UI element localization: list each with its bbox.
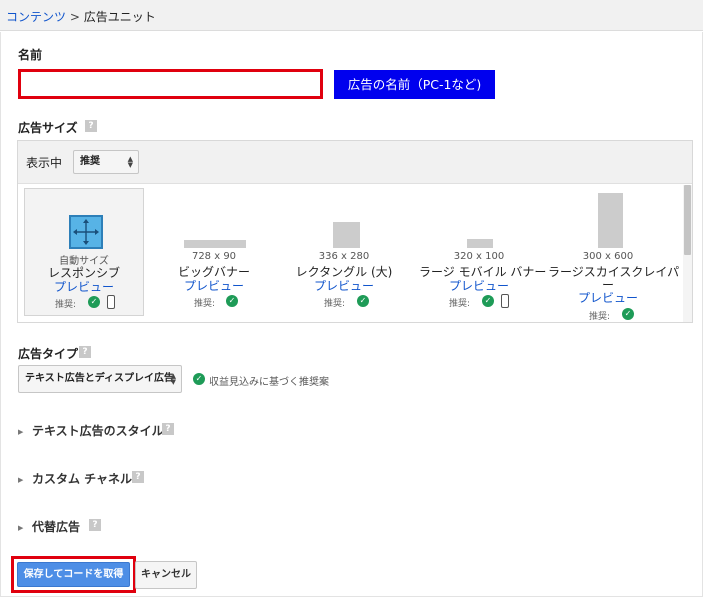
ad-type-value: テキスト広告とディスプレイ広告	[25, 373, 174, 384]
recommended-row: 推奨: ✓	[419, 294, 539, 309]
preview-link[interactable]: プレビュー	[154, 277, 274, 294]
breadcrumb-current: 広告ユニット	[83, 10, 156, 24]
ad-type-help-icon[interactable]: ?	[79, 346, 91, 358]
breadcrumb-link-contents[interactable]: コンテンツ	[6, 10, 66, 24]
size-item-large-mobile-banner[interactable]: 320 x 100 ラージ モバイル バナー プレビュー 推奨: ✓	[419, 188, 546, 316]
ad-name-input[interactable]	[18, 69, 323, 99]
name-label: 名前	[18, 48, 43, 62]
text-ad-style-toggle[interactable]: ▶ テキスト広告のスタイル	[18, 422, 164, 439]
text-ad-style-help-icon[interactable]: ?	[162, 423, 174, 435]
ad-shape-320x100	[467, 239, 493, 248]
ad-type-hint: 収益見込みに基づく推奨案	[209, 377, 329, 388]
check-icon: ✓	[193, 373, 205, 385]
expand-triangle-icon: ▶	[18, 428, 24, 436]
size-filter-value: 推奨	[80, 156, 100, 167]
preview-link[interactable]: プレビュー	[284, 277, 404, 294]
top-bar: コンテンツ > 広告ユニット	[0, 0, 703, 31]
recommended-row: 推奨: ✓	[548, 307, 668, 322]
custom-channel-help-icon[interactable]: ?	[132, 471, 144, 483]
ad-shape-728x90	[184, 240, 246, 248]
save-and-get-code-button[interactable]: 保存してコードを取得	[17, 562, 130, 587]
preview-link[interactable]: プレビュー	[419, 277, 539, 294]
size-item-responsive[interactable]: 自動サイズ レスポンシブ プレビュー 推奨: ✓	[24, 188, 144, 316]
size-item-large-skyscraper[interactable]: 300 x 600 ラージスカイスクレイパ ー プレビュー 推奨: ✓	[548, 188, 679, 322]
recommended-label: 推奨:	[589, 312, 611, 322]
name-annotation: 広告の名前（PC-1など)	[334, 70, 495, 99]
size-filter-bar: 表示中 推奨 ▲ ▼	[18, 141, 692, 184]
backup-ads-toggle[interactable]: ▶ 代替広告	[18, 518, 80, 535]
breadcrumb: コンテンツ > 広告ユニット	[6, 8, 156, 25]
ad-type-select[interactable]: テキスト広告とディスプレイ広告 ▲ ▼	[18, 365, 182, 393]
ad-size-help-icon[interactable]: ?	[85, 120, 97, 132]
display-label: 表示中	[26, 156, 63, 170]
size-item-large-rectangle[interactable]: 336 x 280 レクタングル (大) プレビュー 推奨: ✓	[284, 188, 404, 316]
check-icon: ✓	[482, 295, 494, 307]
recommended-row: 推奨: ✓	[154, 294, 274, 309]
mobile-icon	[107, 295, 115, 309]
ad-size-label: 広告サイズ	[18, 121, 78, 135]
ad-shape-336x280	[333, 222, 360, 248]
cancel-button[interactable]: キャンセル	[135, 561, 197, 589]
recommended-label: 推奨:	[449, 299, 471, 309]
collapsible-label: 代替広告	[32, 520, 81, 534]
responsive-resize-icon	[69, 215, 103, 249]
size-item-dims: 300 x 600	[582, 251, 634, 262]
select-arrows-icon: ▲ ▼	[170, 372, 176, 386]
backup-ads-help-icon[interactable]: ?	[89, 519, 101, 531]
size-item-leaderboard[interactable]: 728 x 90 ビッグバナー プレビュー 推奨: ✓	[154, 188, 274, 316]
ad-shape-300x600	[598, 193, 623, 248]
size-item-dims: 336 x 280	[318, 251, 370, 262]
collapsible-label: テキスト広告のスタイル	[32, 424, 164, 438]
size-item-dims: 320 x 100	[453, 251, 505, 262]
ad-type-label: 広告タイプ	[18, 347, 79, 361]
recommended-row: 推奨: ✓	[25, 295, 143, 310]
check-icon: ✓	[88, 296, 100, 308]
check-icon: ✓	[226, 295, 238, 307]
size-item-dims: 728 x 90	[191, 251, 237, 262]
size-filter-select[interactable]: 推奨 ▲ ▼	[73, 150, 139, 174]
recommended-label: 推奨:	[194, 299, 216, 309]
mobile-icon	[501, 294, 509, 308]
ad-size-picker: 表示中 推奨 ▲ ▼ 自動サイズ レスポンシブ プレビュー 推奨: ✓ 728 …	[17, 140, 693, 323]
collapsible-label: カスタム チャネル	[32, 472, 133, 486]
select-arrows-icon: ▲ ▼	[127, 155, 133, 169]
size-list-scrollbar-thumb[interactable]	[684, 185, 691, 255]
breadcrumb-separator: >	[66, 10, 84, 24]
check-icon: ✓	[622, 308, 634, 320]
save-button-highlight: 保存してコードを取得	[11, 556, 136, 593]
expand-triangle-icon: ▶	[18, 524, 24, 532]
preview-link[interactable]: プレビュー	[548, 289, 668, 306]
custom-channel-toggle[interactable]: ▶ カスタム チャネル	[18, 470, 132, 487]
recommended-label: 推奨:	[55, 300, 77, 310]
preview-link[interactable]: プレビュー	[25, 278, 143, 295]
recommended-row: 推奨: ✓	[284, 294, 404, 309]
recommended-label: 推奨:	[324, 299, 346, 309]
expand-triangle-icon: ▶	[18, 476, 24, 484]
check-icon: ✓	[357, 295, 369, 307]
